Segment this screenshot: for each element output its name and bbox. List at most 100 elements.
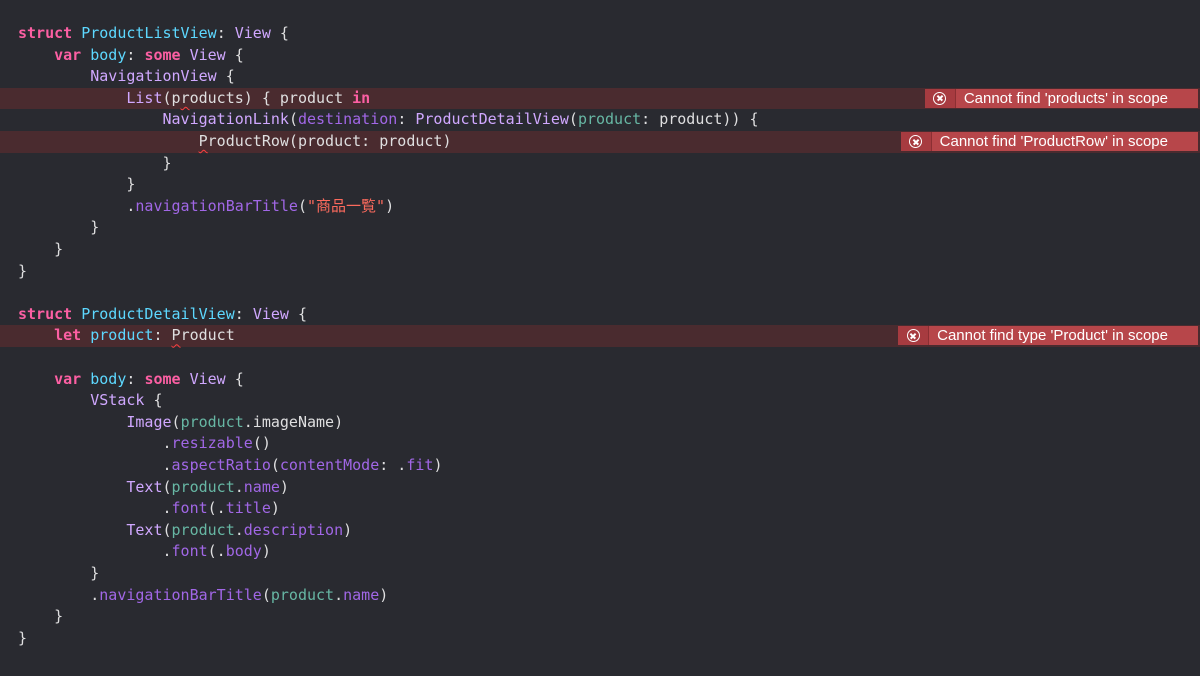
code-token: : — [234, 304, 253, 323]
code-token: struct — [18, 24, 82, 42]
code-token: } — [18, 261, 28, 280]
code-token: some — [144, 369, 190, 388]
code-token: ( — [270, 456, 280, 474]
code-line[interactable]: } — [0, 153, 1200, 175]
code-token: var — [54, 369, 91, 388]
code-token: .imageName) — [243, 412, 344, 431]
code-line[interactable]: } — [0, 261, 1200, 283]
code-line[interactable]: } — [0, 563, 1200, 585]
code-line[interactable]: NavigationLink(destination: ProductDetai… — [0, 109, 1200, 131]
error-annotation[interactable]: Cannot find 'products' in scope — [924, 88, 1198, 108]
code-token: roduct — [180, 326, 235, 345]
code-line[interactable]: } — [0, 606, 1200, 628]
code-line[interactable]: } — [0, 174, 1200, 196]
code-token: : — [126, 45, 145, 64]
code-token: name — [343, 585, 380, 604]
code-text: .font(.body) — [18, 541, 270, 563]
code-text: .font(.title) — [18, 498, 280, 520]
code-token: ( — [288, 110, 298, 129]
code-token: . — [234, 477, 244, 496]
code-token: : product)) { — [641, 110, 759, 129]
code-token: (. — [207, 542, 226, 561]
code-token: product — [270, 585, 335, 604]
code-token: ProductDetailView — [81, 304, 235, 323]
code-editor[interactable]: struct ProductListView: View { var body:… — [0, 0, 1200, 676]
code-token: List — [126, 88, 163, 107]
code-text: var body: some View { — [18, 369, 244, 391]
error-underline: r — [180, 88, 190, 107]
code-token: NavigationLink — [162, 110, 289, 129]
code-line[interactable]: } — [0, 239, 1200, 261]
code-line[interactable]: Text(product.description) — [0, 520, 1200, 542]
code-text: struct ProductDetailView: View { — [18, 304, 307, 326]
code-token: } — [18, 175, 136, 194]
code-token: description — [243, 520, 344, 539]
code-line[interactable]: let product: Product Cannot find type 'Pr… — [0, 325, 1200, 347]
error-annotation[interactable]: Cannot find type 'Product' in scope — [898, 326, 1198, 346]
code-line[interactable]: } — [0, 217, 1200, 239]
code-line[interactable]: NavigationView { — [0, 66, 1200, 88]
code-token: navigationBarTitle — [135, 196, 298, 215]
code-token: oducts) { product — [189, 88, 353, 107]
code-token: ( — [568, 110, 578, 129]
code-line[interactable]: .navigationBarTitle("商品一覧") — [0, 196, 1200, 218]
code-line[interactable]: } — [0, 628, 1200, 650]
code-line[interactable]: struct ProductDetailView: View { — [0, 304, 1200, 326]
code-token: struct — [18, 304, 82, 323]
code-token: . — [18, 434, 172, 453]
code-line[interactable]: var body: some View { — [0, 45, 1200, 67]
code-line[interactable]: .resizable() — [0, 433, 1200, 455]
code-token: Text — [126, 520, 163, 539]
code-token: body — [90, 45, 127, 64]
code-token: ( — [162, 520, 172, 539]
code-token: ( — [171, 412, 181, 431]
code-token: ) — [270, 499, 280, 518]
code-token: ( — [297, 196, 307, 215]
code-token: ProductDetailView — [415, 110, 569, 129]
code-text: NavigationView { — [18, 66, 235, 88]
code-token: product — [171, 520, 235, 539]
code-text: .navigationBarTitle(product.name) — [18, 585, 388, 607]
code-line[interactable]: .aspectRatio(contentMode: .fit) — [0, 455, 1200, 477]
code-token: . — [234, 520, 244, 539]
code-line[interactable]: Image(product.imageName) — [0, 412, 1200, 434]
code-token: font — [171, 542, 208, 561]
code-token: . — [334, 585, 344, 604]
code-token: "商品一覧" — [307, 196, 386, 215]
code-line[interactable]: VStack { — [0, 390, 1200, 412]
code-token: View — [189, 369, 226, 388]
code-line[interactable]: Text(product.name) — [0, 477, 1200, 499]
error-underline: P — [198, 132, 208, 150]
code-token: . — [18, 456, 172, 474]
code-line[interactable]: .font(.title) — [0, 498, 1200, 520]
code-line[interactable]: .navigationBarTitle(product.name) — [0, 585, 1200, 607]
code-token: : — [216, 24, 235, 42]
code-text: Text(product.name) — [18, 477, 289, 499]
code-token: ) — [343, 520, 353, 539]
code-line[interactable] — [0, 347, 1200, 369]
code-token: . — [18, 196, 136, 215]
error-message: Cannot find type 'Product' in scope — [937, 327, 1168, 345]
code-line[interactable] — [0, 282, 1200, 304]
code-line[interactable]: ProductRow(product: product) Cannot find … — [0, 131, 1200, 153]
code-token: in — [352, 88, 371, 107]
code-token: : . — [379, 456, 407, 474]
code-token: NavigationView — [90, 67, 217, 86]
error-circle-x-icon — [906, 329, 920, 343]
code-text: NavigationLink(destination: ProductDetai… — [18, 109, 759, 131]
code-token: { — [225, 45, 244, 64]
code-text: .navigationBarTitle("商品一覧") — [18, 196, 394, 218]
code-token: : — [397, 110, 416, 129]
code-line[interactable]: .font(.body) — [0, 541, 1200, 563]
code-line[interactable]: struct ProductListView: View { — [0, 23, 1200, 45]
code-token: Image — [126, 412, 172, 431]
code-token: aspectRatio — [171, 456, 271, 474]
code-token: . — [18, 585, 100, 604]
code-line[interactable]: List(products) { product in Cannot find '… — [0, 87, 1200, 110]
code-line[interactable]: var body: some View { — [0, 369, 1200, 391]
error-annotation[interactable]: Cannot find 'ProductRow' in scope — [900, 132, 1198, 151]
